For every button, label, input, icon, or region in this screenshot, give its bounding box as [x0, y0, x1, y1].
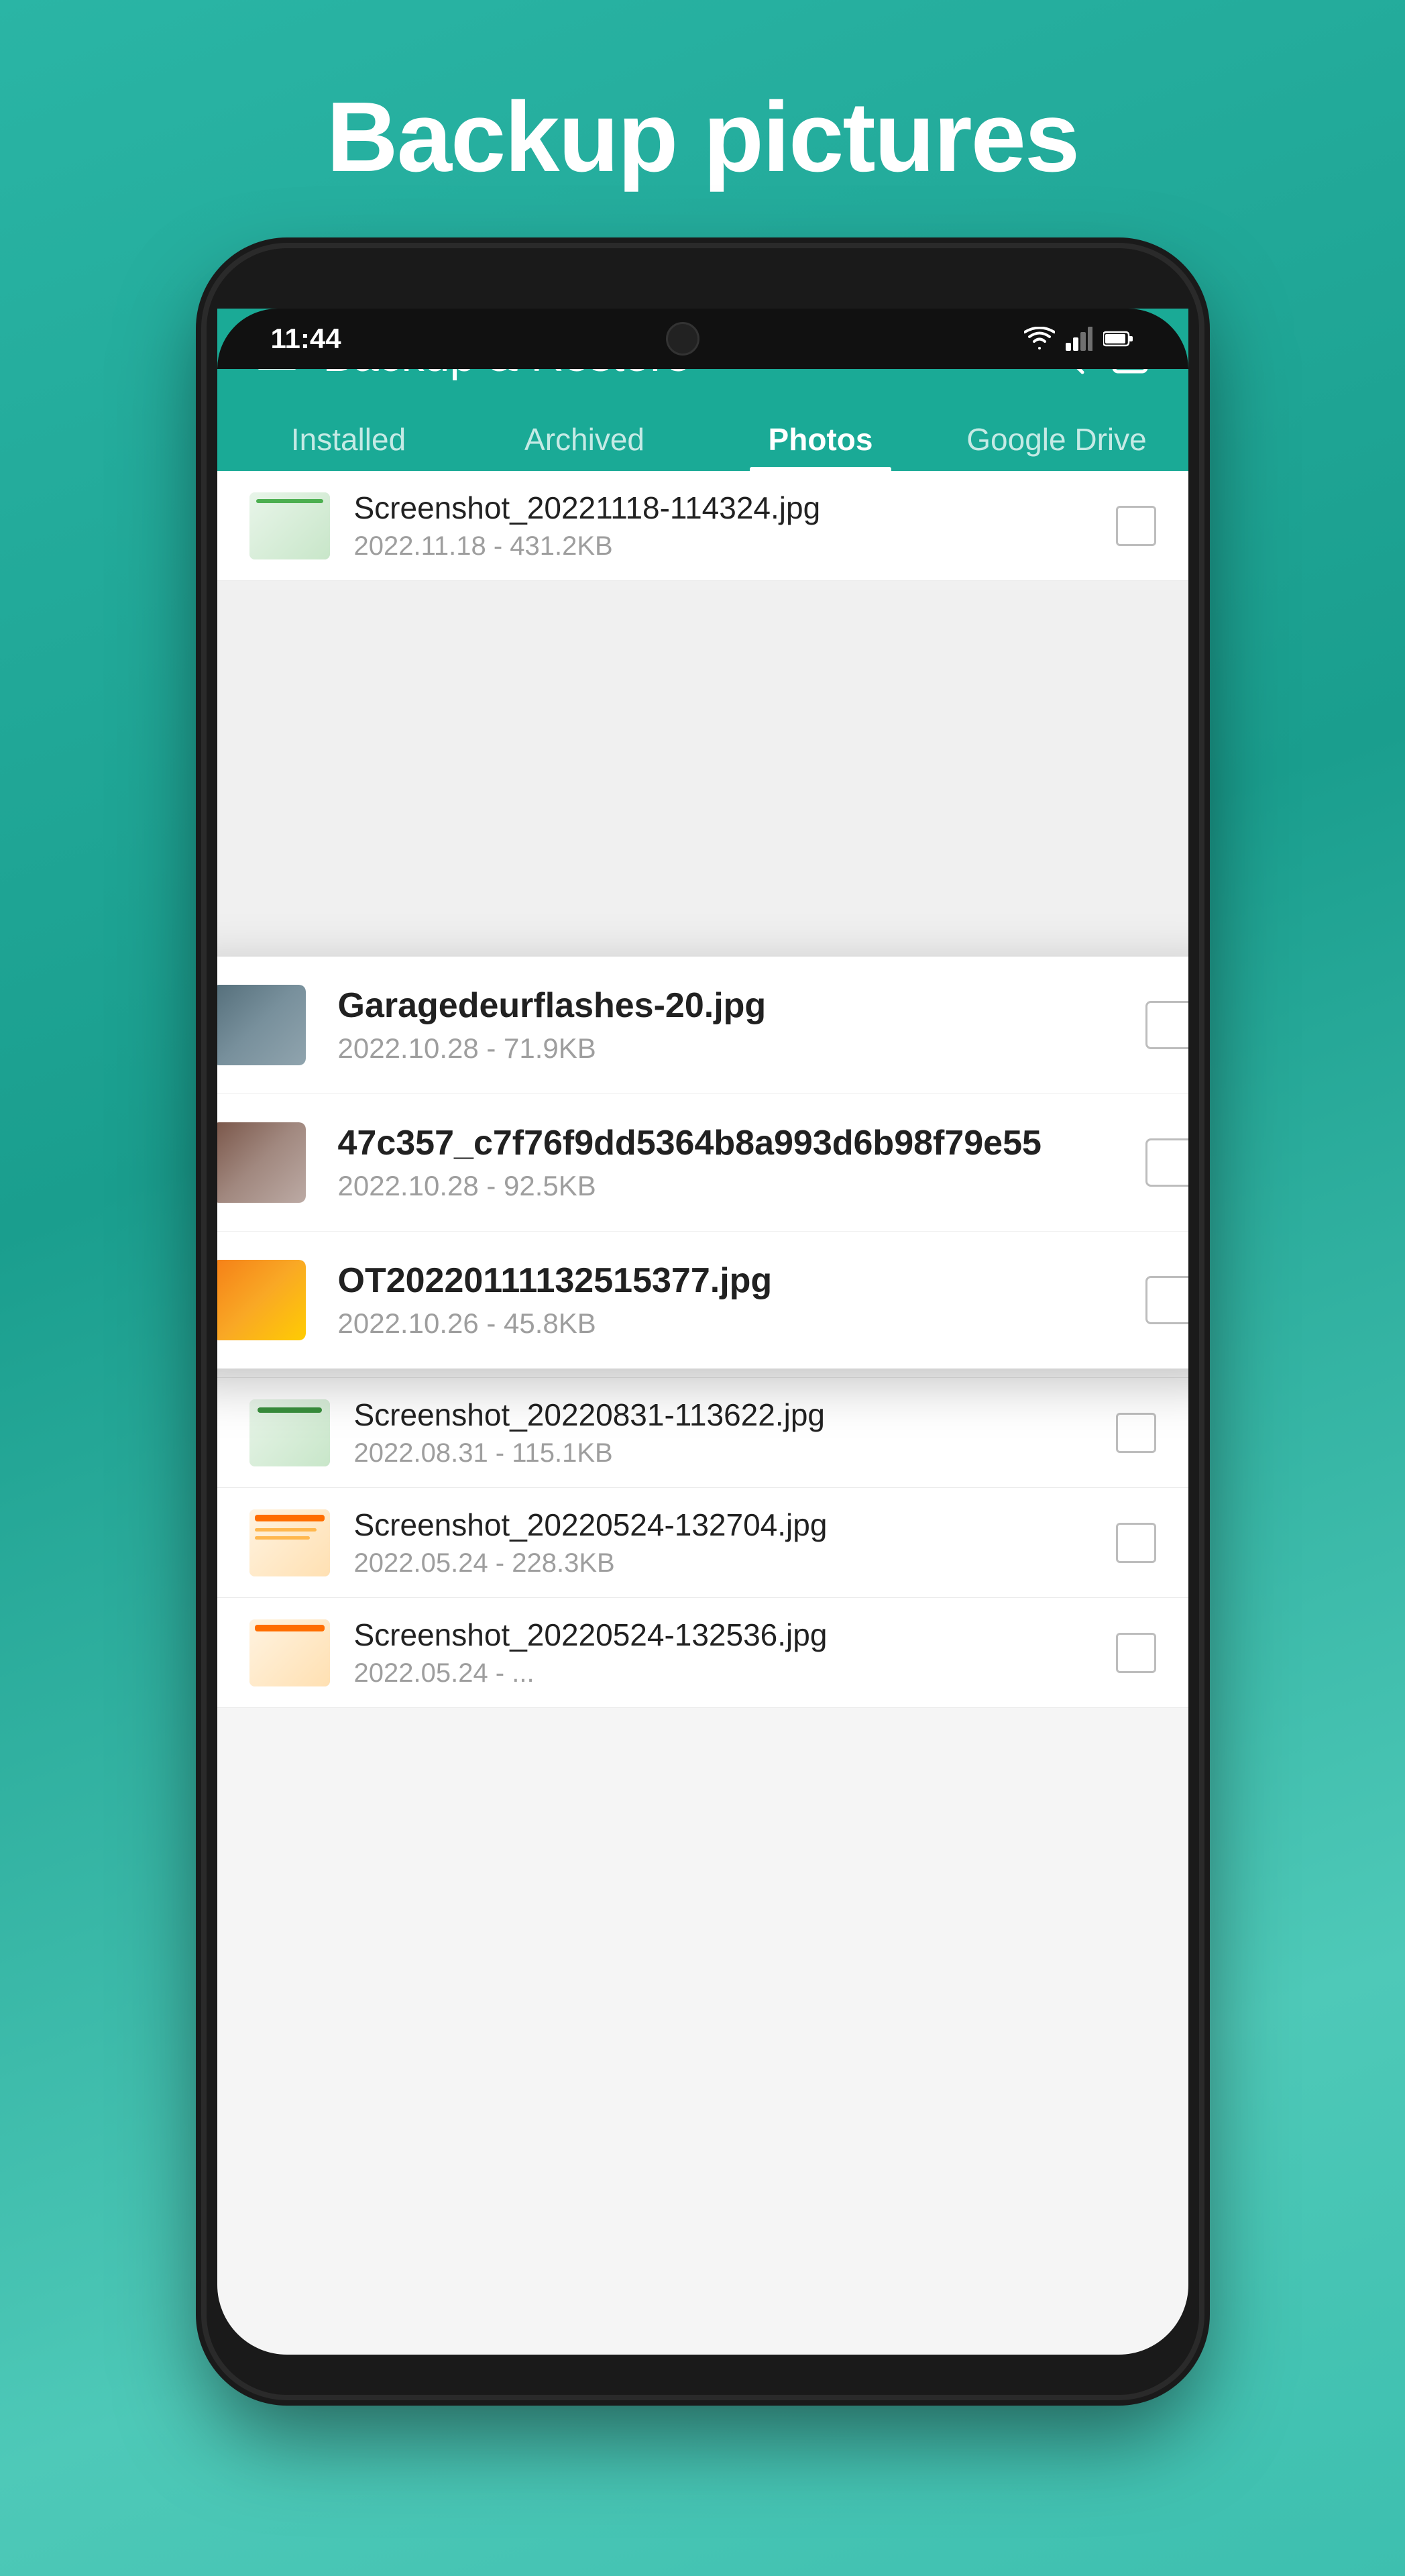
popup-file-meta: 2022.10.28 - 92.5KB — [338, 1170, 1113, 1202]
popup-file-info: Garagedeurflashes-20.jpg 2022.10.28 - 71… — [338, 985, 1113, 1065]
file-name: Screenshot_20220524-132536.jpg — [354, 1617, 1092, 1653]
popup-file-info: OT20220111132515377.jpg 2022.10.26 - 45.… — [338, 1260, 1113, 1340]
file-checkbox[interactable] — [1116, 506, 1156, 546]
file-info: Screenshot_20220524-132536.jpg 2022.05.2… — [354, 1617, 1092, 1688]
file-name: Screenshot_20221118-114324.jpg — [354, 490, 1092, 526]
list-item[interactable]: Screenshot_20220524-132704.jpg 2022.05.2… — [217, 1488, 1188, 1598]
popup-list-item[interactable]: OT20220111132515377.jpg 2022.10.26 - 45.… — [217, 1232, 1188, 1368]
popup-thumbnail — [217, 1122, 306, 1203]
popup-list-item[interactable]: 47c357_c7f76f9dd5364b8a993d6b98f79e55 20… — [217, 1094, 1188, 1232]
file-name: Screenshot_20220524-132704.jpg — [354, 1507, 1092, 1543]
tab-bar: Installed Archived Photos Google Drive — [217, 402, 1188, 471]
signal-icon — [1066, 327, 1092, 351]
status-bar: 11:44 — [217, 309, 1188, 369]
popup-thumbnail — [217, 985, 306, 1065]
phone-screen: 11:44 — [217, 309, 1188, 2355]
popup-thumbnail — [217, 1260, 306, 1340]
status-icons — [1024, 327, 1134, 351]
list-item[interactable]: Screenshot_20221118-114324.jpg 2022.11.1… — [217, 471, 1188, 581]
list-item[interactable]: Screenshot_20220524-132536.jpg 2022.05.2… — [217, 1598, 1188, 1708]
popup-card: Garagedeurflashes-20.jpg 2022.10.28 - 71… — [217, 957, 1188, 1368]
wifi-icon — [1024, 327, 1055, 351]
popup-file-name: Garagedeurflashes-20.jpg — [338, 985, 1113, 1026]
popup-checkbox[interactable] — [1145, 1138, 1188, 1187]
page-hero-title: Backup pictures — [0, 80, 1405, 195]
file-info: Screenshot_20221118-114324.jpg 2022.11.1… — [354, 490, 1092, 561]
tab-archived[interactable]: Archived — [467, 402, 703, 471]
battery-icon — [1103, 329, 1134, 348]
status-time: 11:44 — [271, 323, 341, 355]
popup-file-name: OT20220111132515377.jpg — [338, 1260, 1113, 1301]
popup-file-info: 47c357_c7f76f9dd5364b8a993d6b98f79e55 20… — [338, 1123, 1113, 1202]
popup-checkbox[interactable] — [1145, 1001, 1188, 1049]
file-meta: 2022.11.18 - 431.2KB — [354, 531, 1092, 561]
file-name: Screenshot_20220831-113622.jpg — [354, 1397, 1092, 1433]
tab-photos[interactable]: Photos — [703, 402, 939, 471]
phone-mockup: 11:44 — [207, 248, 1199, 2395]
popup-file-meta: 2022.10.28 - 71.9KB — [338, 1032, 1113, 1065]
file-checkbox[interactable] — [1116, 1633, 1156, 1673]
list-item[interactable]: Screenshot_20220831-113622.jpg 2022.08.3… — [217, 1378, 1188, 1488]
file-checkbox[interactable] — [1116, 1523, 1156, 1563]
file-meta: 2022.08.31 - 115.1KB — [354, 1438, 1092, 1468]
file-thumbnail — [249, 1619, 330, 1686]
file-thumbnail — [249, 1399, 330, 1466]
file-checkbox[interactable] — [1116, 1413, 1156, 1453]
tab-installed[interactable]: Installed — [231, 402, 467, 471]
file-meta: 2022.05.24 - 228.3KB — [354, 1548, 1092, 1578]
file-thumbnail — [249, 1509, 330, 1576]
camera-dot — [666, 322, 699, 356]
file-list: Screenshot_20221118-114324.jpg 2022.11.1… — [217, 471, 1188, 1708]
popup-list-item[interactable]: Garagedeurflashes-20.jpg 2022.10.28 - 71… — [217, 957, 1188, 1094]
file-thumbnail — [249, 492, 330, 559]
popup-file-meta: 2022.10.26 - 45.8KB — [338, 1307, 1113, 1340]
file-meta: 2022.05.24 - ... — [354, 1658, 1092, 1688]
tab-google-drive[interactable]: Google Drive — [939, 402, 1175, 471]
file-info: Screenshot_20220524-132704.jpg 2022.05.2… — [354, 1507, 1092, 1578]
popup-checkbox[interactable] — [1145, 1276, 1188, 1324]
popup-file-name: 47c357_c7f76f9dd5364b8a993d6b98f79e55 — [338, 1123, 1113, 1163]
file-info: Screenshot_20220831-113622.jpg 2022.08.3… — [354, 1397, 1092, 1468]
